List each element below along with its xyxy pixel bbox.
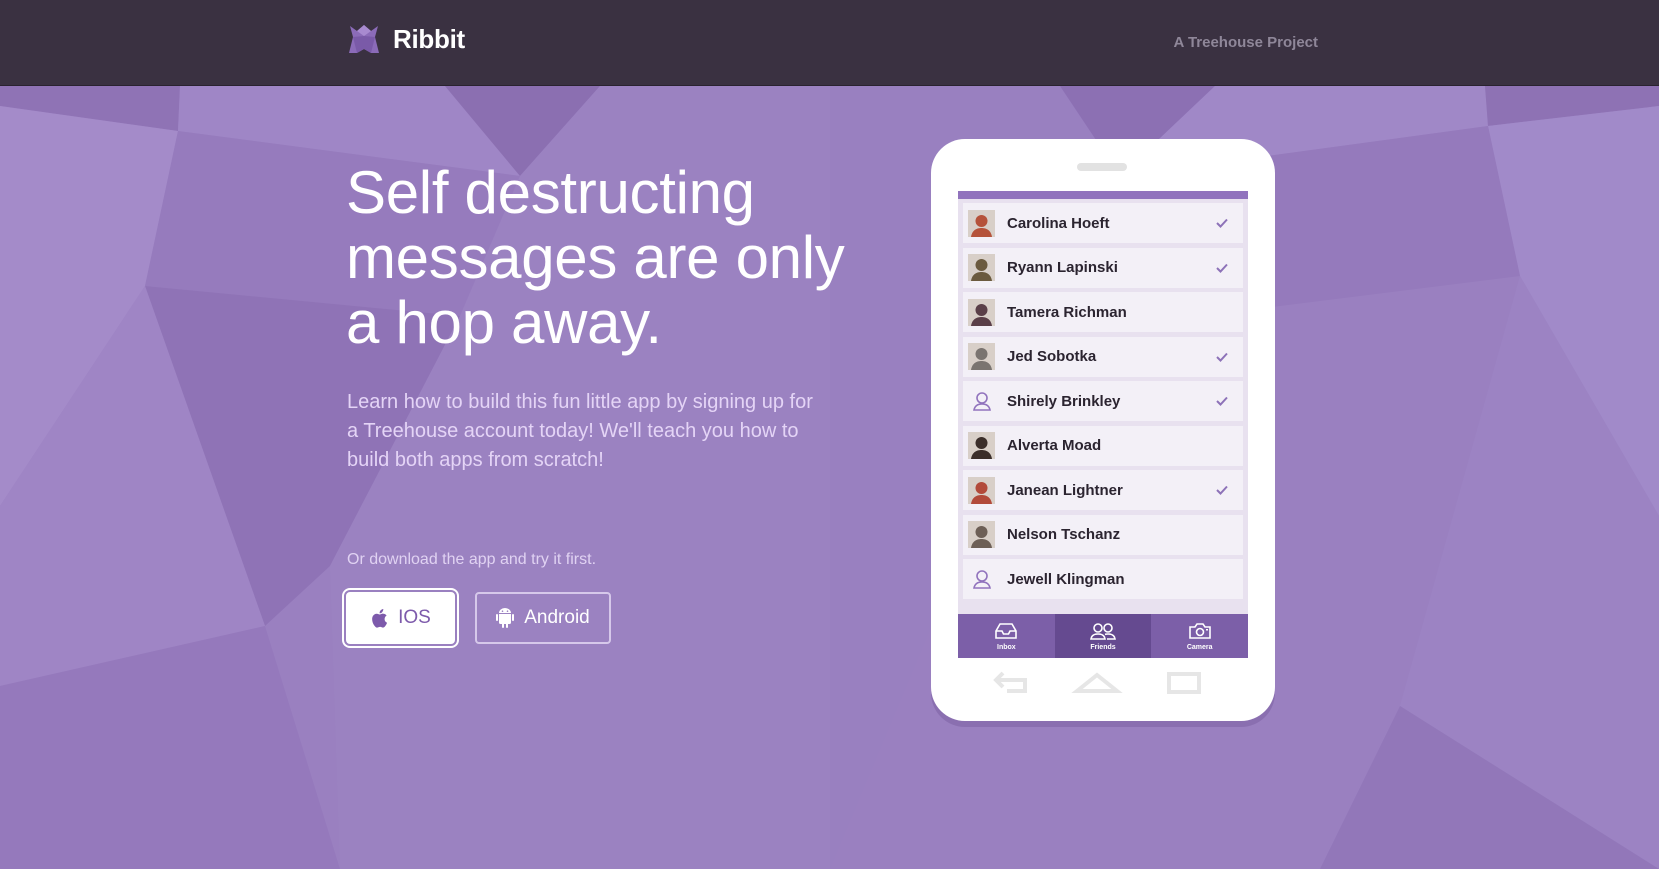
avatar	[968, 432, 995, 459]
user-placeholder-icon	[968, 388, 995, 415]
contact-list: Carolina Hoeft Ryann Lapinski Tamera Richm…	[963, 203, 1243, 604]
top-bar: Ribbit A Treehouse Project	[0, 0, 1659, 86]
tab-camera[interactable]: Camera	[1151, 614, 1248, 658]
avatar	[968, 476, 995, 504]
home-key-icon	[1071, 672, 1123, 693]
friends-icon	[1089, 622, 1117, 642]
contact-row[interactable]: Tamera Richman	[963, 292, 1243, 332]
avatar	[968, 521, 995, 548]
contact-name: Jewell Klingman	[1007, 570, 1125, 588]
contact-name: Ryann Lapinski	[1007, 259, 1118, 276]
avatar	[968, 209, 995, 237]
hero-description: Learn how to build this fun little app b…	[347, 391, 813, 471]
avatar	[968, 298, 995, 326]
tab-friends[interactable]: Friends	[1054, 614, 1152, 658]
contact-name: Nelson Tschanz	[1007, 526, 1121, 543]
android-button-label: Android	[524, 607, 590, 628]
checkmark-icon	[1216, 352, 1228, 362]
tab-label: Inbox	[997, 643, 1016, 651]
frog-logo-icon	[349, 25, 379, 53]
contact-name: Jed Sobotka	[1007, 348, 1097, 365]
contact-row[interactable]: Janean Lightner	[963, 470, 1243, 510]
phone-screen: Carolina Hoeft Ryann Lapinski Tamera Richm…	[958, 191, 1248, 658]
phone-soft-keys	[993, 671, 1201, 694]
contact-name: Alverta Moad	[1007, 437, 1102, 454]
tab-label: Friends	[1090, 643, 1116, 651]
contact-row[interactable]: Shirely Brinkley	[963, 381, 1243, 421]
phone-mockup: Carolina Hoeft Ryann Lapinski Tamera Richm…	[931, 139, 1275, 721]
ios-button-label: IOS	[398, 607, 431, 628]
contact-name: Shirely Brinkley	[1007, 392, 1121, 410]
checkmark-icon	[1216, 218, 1228, 228]
checkmark-icon	[1216, 485, 1228, 495]
contact-row[interactable]: Jewell Klingman	[963, 559, 1243, 599]
avatar	[968, 343, 995, 370]
brand-name: Ribbit	[393, 23, 465, 54]
contact-row[interactable]: Ryann Lapinski	[963, 247, 1243, 288]
download-prompt: Or download the app and try it first.	[347, 551, 597, 568]
ios-download-button[interactable]: IOS	[346, 592, 455, 644]
contact-row[interactable]: Alverta Moad	[963, 425, 1243, 466]
screen-header-bar	[958, 191, 1248, 199]
user-placeholder-icon	[968, 566, 995, 593]
android-icon	[496, 608, 515, 628]
back-key-icon	[993, 671, 1027, 693]
tagline[interactable]: A Treehouse Project	[1174, 34, 1319, 51]
inbox-icon	[994, 622, 1018, 642]
tab-inbox[interactable]: Inbox	[958, 614, 1055, 658]
contact-row[interactable]: Nelson Tschanz	[963, 514, 1243, 555]
recent-apps-key-icon	[1167, 672, 1201, 694]
logo[interactable]: Ribbit	[347, 22, 465, 56]
contact-name: Janean Lightner	[1007, 481, 1123, 499]
contact-row[interactable]: Jed Sobotka	[963, 336, 1243, 377]
contact-name: Tamera Richman	[1007, 303, 1127, 321]
avatar	[968, 254, 995, 281]
checkmark-icon	[1216, 396, 1228, 406]
checkmark-icon	[1216, 263, 1228, 273]
contact-row[interactable]: Carolina Hoeft	[963, 203, 1243, 243]
tab-label: Camera	[1186, 643, 1213, 651]
hero-title: Self destructing messages are only a hop…	[346, 159, 845, 356]
android-download-button[interactable]: Android	[475, 592, 611, 644]
phone-speaker	[1077, 163, 1127, 171]
camera-icon	[1188, 622, 1212, 642]
contact-name: Carolina Hoeft	[1007, 214, 1110, 232]
tab-bar: Inbox Friends Camera	[958, 614, 1248, 658]
apple-icon	[372, 608, 388, 628]
